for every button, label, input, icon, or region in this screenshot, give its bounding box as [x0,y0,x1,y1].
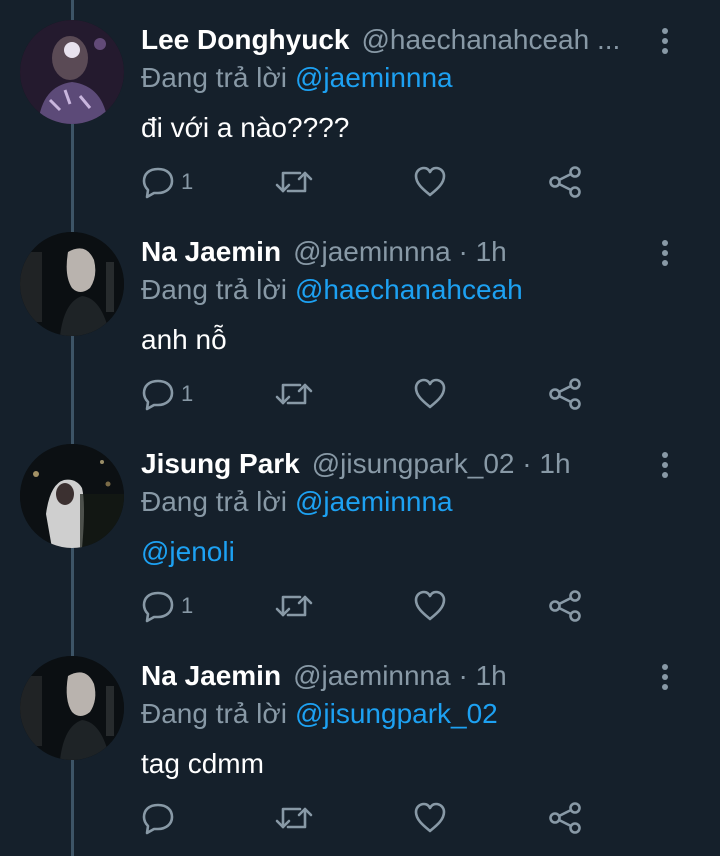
like-icon [414,378,446,409]
avatar-image [20,444,124,548]
display-name[interactable]: Jisung Park [141,448,300,479]
tweet[interactable]: Lee Donghyuck @haechanahceah ... Đang trả… [0,0,720,212]
reply-count: 1 [181,593,194,618]
reply-icon [142,591,174,623]
share-icon [549,802,581,834]
avatar[interactable] [20,232,124,336]
reply-context: Đang trả lời @jaeminnna [141,60,453,96]
reply-mention-link[interactable]: @jaeminnna [295,486,453,517]
tweet-actions: 1 [141,162,601,202]
tweet-header: Na Jaemin @jaeminnna · 1h [141,658,641,694]
like-icon [414,166,446,197]
reply-icon [142,803,174,835]
reply-context: Đang trả lời @haechanahceah [141,272,523,308]
reply-prefix: Đang trả lời [141,274,287,305]
handle[interactable]: @jaeminnna · 1h [293,236,507,267]
tweet-text: đi với a nào???? [141,112,350,143]
tweet-header: Lee Donghyuck @haechanahceah ... [141,22,641,58]
reply-button[interactable]: 1 [141,374,193,414]
tweet-actions: 1 [141,374,601,414]
display-name[interactable]: Lee Donghyuck [141,24,349,55]
reply-count: 1 [181,169,194,194]
share-button[interactable] [548,586,582,626]
display-name[interactable]: Na Jaemin [141,236,281,267]
like-button[interactable] [413,374,447,414]
avatar[interactable] [20,444,124,548]
retweet-button[interactable] [274,374,314,414]
retweet-button[interactable] [274,586,314,626]
retweet-icon [275,383,313,405]
tweet-text: anh nỗ [141,324,227,355]
handle[interactable]: @haechanahceah ... [361,24,620,55]
tweet[interactable]: Na Jaemin @jaeminnna · 1h Đang trả lời @ji… [0,636,720,848]
tweet[interactable]: Na Jaemin @jaeminnna · 1h Đang trả lời @ha… [0,212,720,424]
reply-icon [142,379,174,411]
share-icon [549,590,581,622]
reply-count: 1 [181,381,194,406]
retweet-icon [275,595,313,617]
tweet-text-mention-link[interactable]: @jenoli [141,534,235,570]
reply-mention-link[interactable]: @haechanahceah [295,274,523,305]
handle[interactable]: @jaeminnna · 1h [293,660,507,691]
reply-prefix: Đang trả lời [141,486,287,517]
reply-prefix: Đang trả lời [141,62,287,93]
share-icon [549,166,581,198]
avatar-image [20,656,124,760]
share-icon [549,378,581,410]
display-name[interactable]: Na Jaemin [141,660,281,691]
reply-context: Đang trả lời @jaeminnna [141,484,453,520]
share-button[interactable] [548,374,582,414]
reply-button[interactable]: 1 [141,586,193,626]
handle[interactable]: @jisungpark_02 · 1h [312,448,571,479]
avatar-image [20,20,124,124]
tweet[interactable]: Jisung Park @jisungpark_02 · 1h Đang trả … [0,424,720,636]
more-vertical-icon[interactable] [650,662,680,692]
reply-button[interactable] [141,798,181,838]
retweet-button[interactable] [274,798,314,838]
share-button[interactable] [548,162,582,202]
more-vertical-icon[interactable] [650,238,680,268]
more-vertical-icon[interactable] [650,450,680,480]
retweet-icon [275,171,313,193]
like-button[interactable] [413,798,447,838]
tweet-text: tag cdmm [141,748,264,779]
like-icon [414,802,446,833]
more-vertical-icon[interactable] [650,26,680,56]
avatar[interactable] [20,20,124,124]
tweet-header: Jisung Park @jisungpark_02 · 1h [141,446,641,482]
reply-prefix: Đang trả lời [141,698,287,729]
tweet-actions [141,798,601,838]
reply-mention-link[interactable]: @jisungpark_02 [295,698,498,729]
share-button[interactable] [548,798,582,838]
reply-context: Đang trả lời @jisungpark_02 [141,696,498,732]
avatar[interactable] [20,656,124,760]
reply-icon [142,167,174,199]
tweet-actions: 1 [141,586,601,626]
reply-mention-link[interactable]: @jaeminnna [295,62,453,93]
like-button[interactable] [413,162,447,202]
like-icon [414,590,446,621]
reply-button[interactable]: 1 [141,162,193,202]
avatar-image [20,232,124,336]
like-button[interactable] [413,586,447,626]
retweet-button[interactable] [274,162,314,202]
tweet-header: Na Jaemin @jaeminnna · 1h [141,234,641,270]
retweet-icon [275,807,313,829]
